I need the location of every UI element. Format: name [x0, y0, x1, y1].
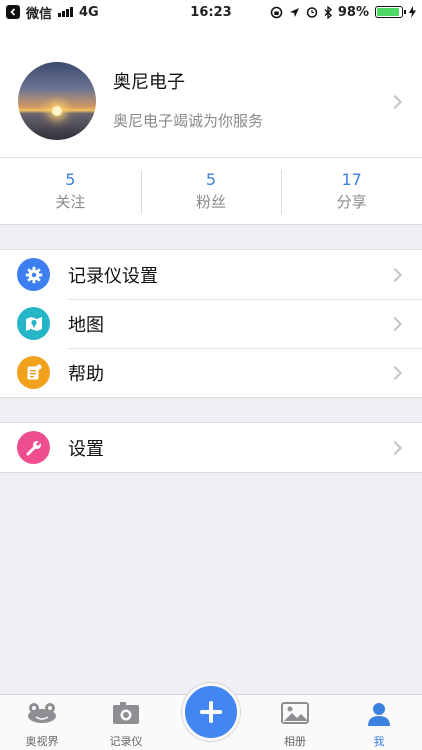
menu-group-settings: 设置 — [0, 422, 422, 473]
avatar[interactable] — [18, 62, 96, 140]
tab-aoshijie[interactable]: 奥视界 — [0, 695, 84, 750]
stat-shares-label: 分享 — [336, 193, 367, 211]
gear-icon — [17, 258, 50, 291]
stat-following-count: 5 — [65, 170, 76, 189]
add-button[interactable] — [182, 683, 240, 741]
camera-icon — [112, 701, 140, 729]
wrench-icon — [17, 431, 50, 464]
chevron-right-icon — [387, 267, 403, 283]
status-left: 微信 4G — [6, 3, 99, 22]
stat-following-label: 关注 — [55, 193, 86, 211]
network-label: 4G — [79, 4, 99, 20]
profile-card[interactable]: 奥尼电子 奥尼电子竭诚为你服务 — [0, 24, 422, 158]
profile-name: 奥尼电子 — [113, 72, 185, 93]
bluetooth-icon — [324, 5, 332, 19]
menu-item-recorder-settings-label: 记录仪设置 — [68, 265, 158, 287]
tab-aoshijie-label: 奥视界 — [25, 735, 59, 748]
menu-group-main: 记录仪设置 地图 帮助 — [0, 249, 422, 398]
map-icon — [17, 307, 50, 340]
tab-bar: 奥视界 记录仪 相册 我 — [0, 683, 422, 750]
chevron-right-icon — [387, 365, 403, 381]
chevron-right-icon — [387, 94, 403, 110]
alarm-icon — [306, 7, 318, 18]
rotation-lock-icon — [270, 6, 283, 18]
menu-item-settings-label: 设置 — [68, 438, 104, 460]
stat-shares-count: 17 — [341, 170, 362, 189]
photo-icon — [281, 701, 309, 729]
battery-icon — [375, 6, 406, 18]
menu-item-settings[interactable]: 设置 — [0, 423, 422, 472]
plus-icon — [200, 701, 222, 723]
person-icon — [366, 701, 392, 731]
charging-icon — [409, 6, 416, 18]
battery-percent: 98% — [337, 4, 369, 20]
profile-motto: 奥尼电子竭诚为你服务 — [113, 112, 264, 130]
tab-album-label: 相册 — [284, 735, 306, 748]
help-doc-icon — [17, 356, 50, 389]
tab-me[interactable]: 我 — [337, 695, 421, 750]
tab-recorder[interactable]: 记录仪 — [84, 695, 168, 750]
menu-item-map-label: 地图 — [68, 314, 104, 336]
status-right: 98% — [270, 5, 416, 20]
frog-icon — [26, 701, 58, 729]
back-to-app-icon[interactable] — [6, 5, 20, 19]
menu-item-help-label: 帮助 — [68, 363, 104, 385]
stat-following[interactable]: 5 关注 — [0, 158, 141, 224]
menu-item-recorder-settings[interactable]: 记录仪设置 — [0, 250, 422, 299]
stat-fans-label: 粉丝 — [196, 193, 227, 211]
menu-item-map[interactable]: 地图 — [0, 299, 422, 348]
chevron-right-icon — [387, 316, 403, 332]
stat-fans-count: 5 — [205, 170, 217, 189]
status-bar: 微信 4G 16:23 98% — [0, 0, 422, 24]
tab-recorder-label: 记录仪 — [109, 735, 143, 748]
stats-bar: 5 关注 5 粉丝 17 分享 — [0, 158, 422, 225]
menu-item-help[interactable]: 帮助 — [0, 348, 422, 397]
stat-fans[interactable]: 5 粉丝 — [140, 158, 282, 224]
tab-me-label: 我 — [373, 735, 385, 748]
carrier-label[interactable]: 微信 — [26, 3, 52, 22]
tab-album[interactable]: 相册 — [253, 695, 337, 750]
stat-shares[interactable]: 17 分享 — [281, 158, 422, 224]
location-icon — [289, 7, 299, 17]
chevron-right-icon — [387, 440, 403, 456]
signal-icon — [58, 7, 74, 17]
